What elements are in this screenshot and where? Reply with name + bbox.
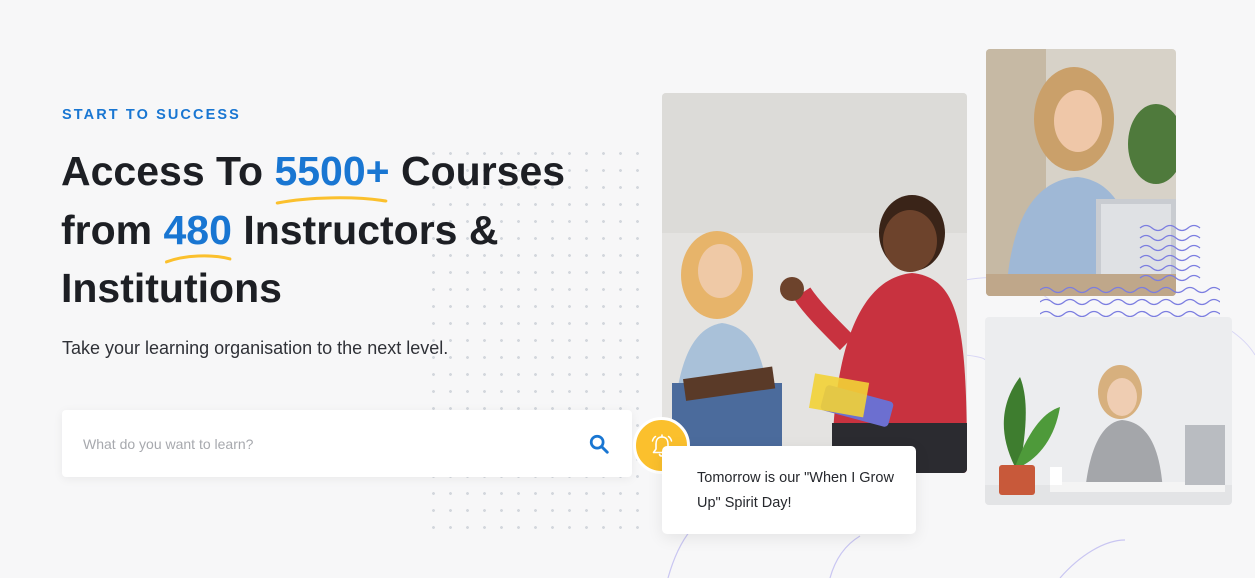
search-bar (62, 410, 632, 477)
search-input[interactable] (83, 435, 586, 452)
notification-text: Tomorrow is our "When I Grow Up" Spirit … (697, 470, 894, 511)
hero-headline: Access To 5500+ Courses from 480 Instruc… (61, 142, 641, 318)
students-discussion-image (662, 93, 967, 473)
instructor-count-highlight: 480 (164, 201, 232, 264)
woman-studying-image (985, 317, 1232, 505)
wave-pattern-decoration (1040, 224, 1220, 318)
hero-subtitle: Take your learning organisation to the n… (62, 338, 449, 358)
notification-card: Tomorrow is our "When I Grow Up" Spirit … (662, 446, 916, 534)
course-count-highlight: 5500+ (274, 142, 390, 204)
headline-part-1: Access To (61, 148, 275, 194)
hero-section: START TO SUCCESS Access To 5500+ Courses… (0, 0, 1255, 578)
eyebrow-text: START TO SUCCESS (62, 107, 241, 123)
search-icon[interactable] (586, 431, 612, 457)
